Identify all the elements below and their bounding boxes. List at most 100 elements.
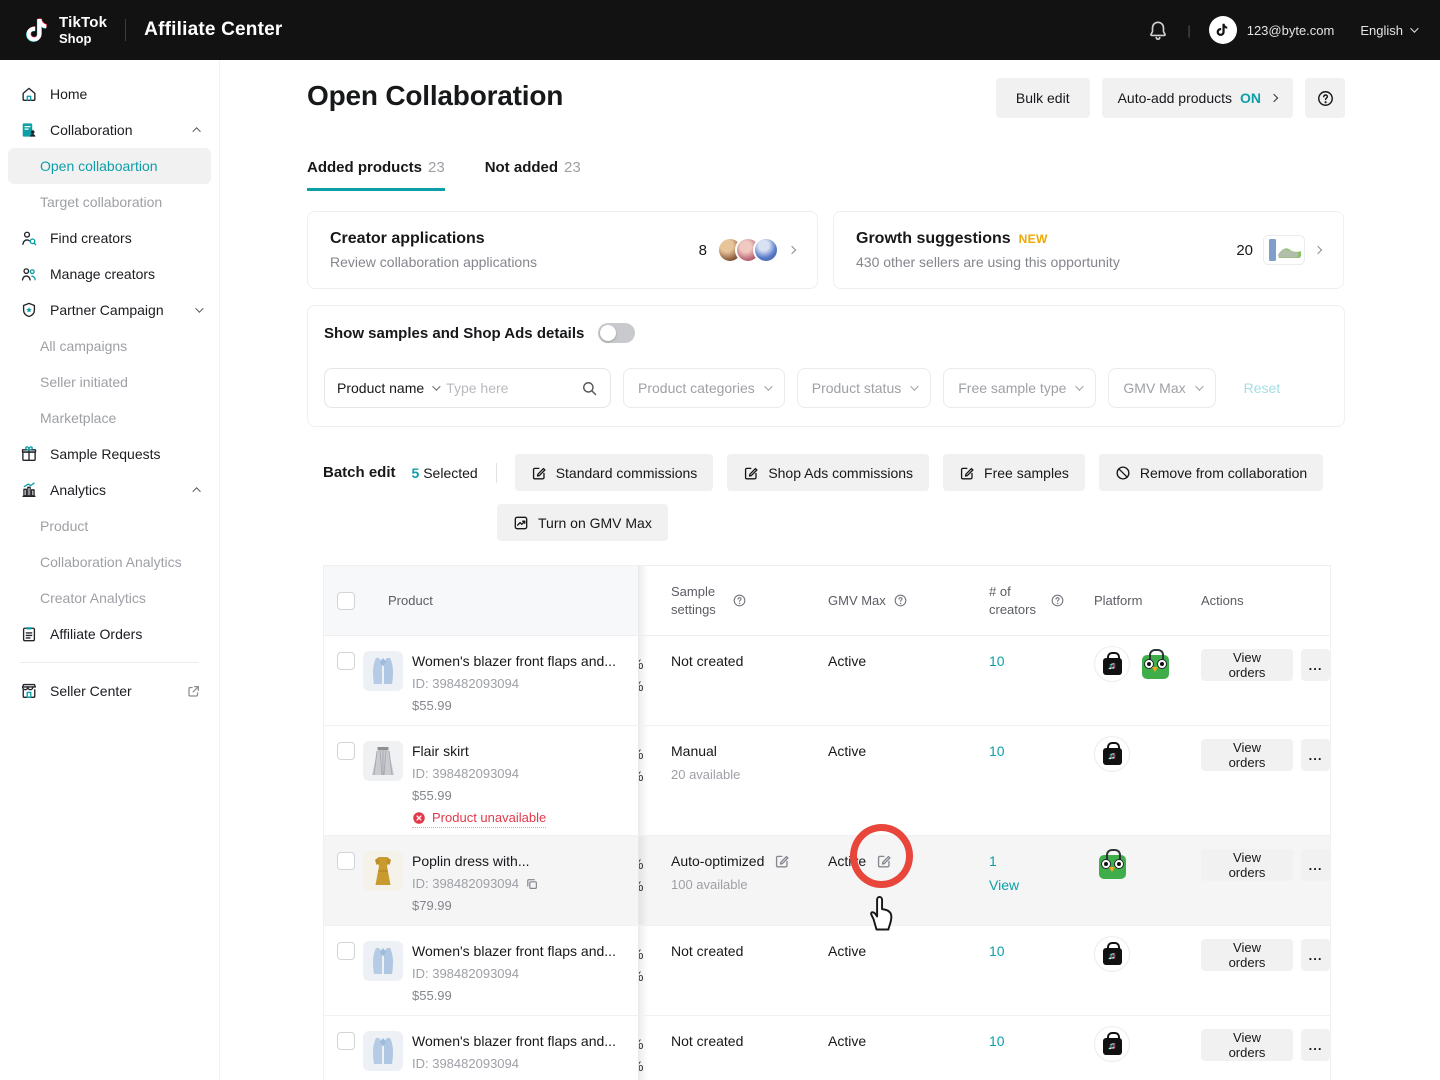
product-thumbnails — [1263, 235, 1305, 265]
sidebar-item-analytics[interactable]: Analytics — [0, 472, 219, 508]
sidebar-item-sample-requests[interactable]: Sample Requests — [0, 436, 219, 472]
view-orders-button[interactable]: View orders — [1201, 739, 1293, 771]
row-checkbox[interactable] — [337, 942, 355, 960]
sidebar-item-product[interactable]: Product — [0, 508, 219, 544]
question-circle-icon[interactable] — [893, 593, 908, 608]
more-actions-button[interactable]: ... — [1301, 739, 1330, 771]
tiktok-shop-logo[interactable]: TikTok Shop — [24, 15, 107, 45]
gift-icon — [20, 445, 38, 463]
product-name[interactable]: Women's blazer front flaps and... — [412, 653, 616, 669]
reset-filters-button[interactable]: Reset — [1244, 380, 1281, 396]
sample-edit-icon[interactable] — [774, 853, 790, 869]
show-samples-toggle[interactable] — [598, 323, 635, 343]
sidebar-item-marketplace[interactable]: Marketplace — [0, 400, 219, 436]
standard-commissions-button[interactable]: Standard commissions — [515, 454, 714, 491]
sidebar-item-creator-analytics[interactable]: Creator Analytics — [0, 580, 219, 616]
card-count: 20 — [1236, 242, 1253, 259]
auto-add-products-button[interactable]: Auto-add products ON — [1102, 78, 1293, 118]
account-avatar[interactable] — [1209, 16, 1237, 44]
search-icon[interactable] — [581, 380, 598, 397]
notification-bell-icon[interactable] — [1147, 19, 1169, 41]
sidebar-item-collaboration-analytics[interactable]: Collaboration Analytics — [0, 544, 219, 580]
slash-circle-icon — [1115, 465, 1131, 481]
product-name[interactable]: Flair skirt — [412, 743, 469, 759]
search-input[interactable] — [446, 380, 573, 396]
product-name[interactable]: Women's blazer front flaps and... — [412, 943, 616, 959]
search-field-selector[interactable]: Product name — [337, 380, 424, 396]
gmv-max-cell: Active — [828, 653, 866, 669]
brand-line-1: TikTok — [59, 15, 107, 30]
sidebar-item-partner-campaign[interactable]: Partner Campaign — [0, 292, 219, 328]
sidebar-item-affiliate-orders[interactable]: Affiliate Orders — [0, 616, 219, 652]
free-samples-button[interactable]: Free samples — [943, 454, 1085, 491]
tab-not-added[interactable]: Not added 23 — [485, 159, 581, 191]
creators-count-link[interactable]: 10 — [989, 743, 1005, 759]
creators-count-link[interactable]: 10 — [989, 653, 1005, 669]
row-checkbox[interactable] — [337, 1032, 355, 1050]
tab-added-products[interactable]: Added products 23 — [307, 159, 445, 191]
growth-suggestions-card[interactable]: Growth suggestions NEW 430 other sellers… — [833, 211, 1344, 289]
select-all-checkbox[interactable] — [337, 592, 355, 610]
free-sample-type-dropdown[interactable]: Free sample type — [943, 368, 1096, 408]
row-checkbox[interactable] — [337, 652, 355, 670]
store-icon — [20, 682, 38, 700]
turn-on-gmv-max-button[interactable]: Turn on GMV Max — [497, 504, 668, 541]
sidebar-item-find-creators[interactable]: Find creators — [0, 220, 219, 256]
sidebar-item-manage-creators[interactable]: Manage creators — [0, 256, 219, 292]
remove-from-collaboration-button[interactable]: Remove from collaboration — [1099, 454, 1323, 491]
tiktok-shop-icon: ♫ — [1094, 936, 1130, 972]
page-title: Open Collaboration — [307, 80, 563, 112]
gmv-max-edit-icon[interactable] — [876, 853, 892, 869]
sidebar-item-open-collaboration[interactable]: Open collaboartion — [8, 148, 211, 184]
gmv-max-dropdown[interactable]: GMV Max — [1108, 368, 1215, 408]
row-checkbox[interactable] — [337, 742, 355, 760]
error-icon — [412, 811, 426, 825]
sidebar-item-collaboration[interactable]: Collaboration — [0, 112, 219, 148]
creators-cell: 10 — [989, 943, 1005, 959]
product-categories-dropdown[interactable]: Product categories — [623, 368, 785, 408]
product-status-dropdown[interactable]: Product status — [797, 368, 932, 408]
product-image — [363, 651, 403, 691]
creators-cell: 10 — [989, 1033, 1005, 1049]
platform-cell: ♫ — [1094, 1026, 1130, 1062]
product-name[interactable]: Women's blazer front flaps and... — [412, 1033, 616, 1049]
filter-panel: Show samples and Shop Ads details Produc… — [307, 305, 1345, 427]
product-unavailable-badge[interactable]: Product unavailable — [412, 810, 546, 828]
help-button[interactable] — [1305, 78, 1345, 118]
question-circle-icon[interactable] — [732, 593, 747, 608]
view-creators-link[interactable]: View — [989, 877, 1019, 893]
more-actions-button[interactable]: ... — [1301, 649, 1330, 681]
bulk-edit-button[interactable]: Bulk edit — [996, 78, 1090, 118]
more-actions-button[interactable]: ... — [1301, 939, 1330, 971]
product-name[interactable]: Poplin dress with... — [412, 853, 530, 869]
sidebar-item-target-collaboration[interactable]: Target collaboration — [0, 184, 219, 220]
top-bar: TikTok Shop Affiliate Center | 123@byte.… — [0, 0, 1440, 60]
column-actions: Actions — [1201, 566, 1244, 635]
sidebar-item-home[interactable]: Home — [0, 76, 219, 112]
copy-icon[interactable] — [525, 877, 539, 891]
view-orders-button[interactable]: View orders — [1201, 849, 1293, 881]
creators-count-link[interactable]: 1 — [989, 853, 997, 869]
row-checkbox[interactable] — [337, 852, 355, 870]
question-circle-icon[interactable] — [1050, 593, 1065, 608]
sidebar-item-seller-initiated[interactable]: Seller initiated — [0, 364, 219, 400]
card-subtitle: Review collaboration applications — [330, 254, 537, 270]
product-price: $55.99 — [412, 788, 452, 803]
more-actions-button[interactable]: ... — [1301, 1029, 1330, 1061]
sidebar-item-seller-center[interactable]: Seller Center — [0, 673, 219, 709]
language-selector[interactable]: English — [1360, 23, 1416, 38]
creators-count-link[interactable]: 10 — [989, 1033, 1005, 1049]
view-orders-button[interactable]: View orders — [1201, 1029, 1293, 1061]
platform-cell: ♫ — [1094, 646, 1173, 682]
more-actions-button[interactable]: ... — [1301, 849, 1330, 881]
view-orders-button[interactable]: View orders — [1201, 649, 1293, 681]
creators-count-link[interactable]: 10 — [989, 943, 1005, 959]
creator-applications-card[interactable]: Creator applications Review collaboratio… — [307, 211, 818, 289]
avatar — [753, 237, 779, 263]
product-id: ID: 398482093094 — [412, 876, 539, 891]
select-all-checkbox-cell: Product — [337, 566, 433, 635]
view-orders-button[interactable]: View orders — [1201, 939, 1293, 971]
tiktok-shop-icon: ♫ — [1094, 736, 1130, 772]
sidebar-item-all-campaigns[interactable]: All campaigns — [0, 328, 219, 364]
shop-ads-commissions-button[interactable]: Shop Ads commissions — [727, 454, 929, 491]
